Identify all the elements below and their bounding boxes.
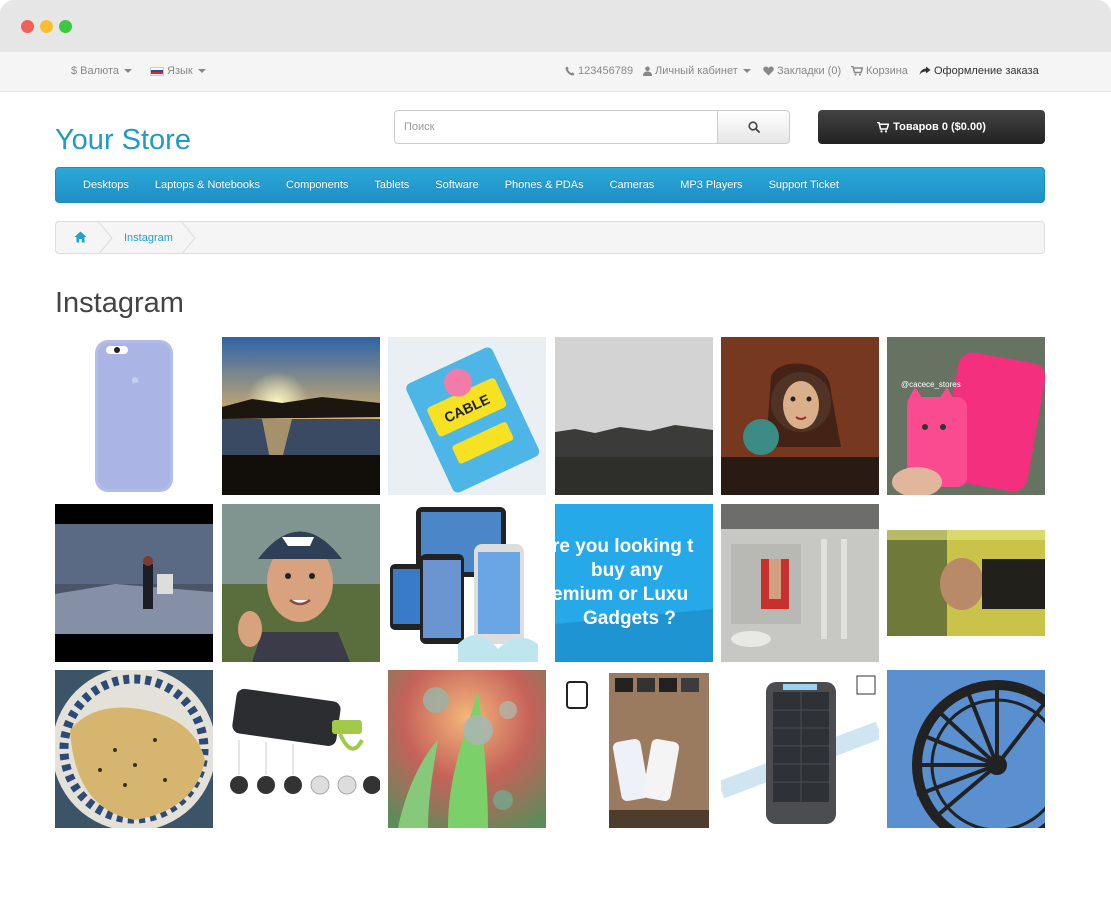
chevron-down-icon	[742, 69, 751, 73]
account-label: Личный кабинет	[655, 65, 738, 77]
menu-item-cameras[interactable]: Cameras	[597, 179, 668, 191]
window-titlebar	[0, 0, 1111, 52]
gallery-item-gym-mirror[interactable]	[721, 504, 879, 662]
shopping-cart-icon	[877, 121, 890, 132]
wishlist-label: Закладки (0)	[777, 65, 842, 77]
gallery-item-pink-case[interactable]: @cacece_stores	[887, 337, 1045, 495]
ad-line-4: Gadgets ?	[583, 608, 676, 629]
checkout-label: Оформление заказа	[934, 65, 1039, 77]
ad-line-3: emium or Luxu	[555, 584, 688, 605]
maximize-window-button[interactable]	[59, 20, 72, 33]
chevron-down-icon	[124, 69, 133, 73]
minimize-window-button[interactable]	[40, 20, 53, 33]
menu-item-software[interactable]: Software	[422, 179, 491, 191]
gallery-item-grey-horizon[interactable]	[555, 337, 713, 495]
cart-button[interactable]: Товаров 0 ($0.00)	[818, 110, 1045, 144]
search-button[interactable]	[717, 110, 790, 144]
browser-window: $ Валюта Язык 123456789 Личный кабинет З…	[0, 0, 1111, 904]
breadcrumb: Instagram	[55, 221, 1045, 254]
gallery-item-ferris-wheel[interactable]	[887, 670, 1045, 828]
ad-line-2: buy any	[591, 560, 663, 581]
menu-item-support-ticket[interactable]: Support Ticket	[756, 179, 852, 191]
overlay-handle-text: @cacece_stores	[901, 380, 961, 389]
dollar-icon: $	[71, 64, 78, 77]
menu-item-mp3-players[interactable]: MP3 Players	[667, 179, 755, 191]
account-dropdown[interactable]: Личный кабинет	[643, 65, 751, 77]
shopping-cart-icon	[851, 66, 863, 76]
menu-item-components[interactable]: Components	[273, 179, 361, 191]
gallery-item-food-plate[interactable]	[55, 670, 213, 828]
share-arrow-icon	[919, 66, 931, 75]
gallery-item-luxury-ad[interactable]: re you looking t buy any emium or Luxu Gadg…	[555, 504, 713, 662]
gallery-item-solar-charger[interactable]	[721, 670, 879, 828]
gallery-item-iphones-splash[interactable]	[388, 504, 546, 662]
user-icon	[643, 66, 652, 76]
gallery-item-sunset-lake[interactable]	[222, 337, 380, 495]
heart-icon	[763, 66, 774, 76]
page-title: Instagram	[55, 287, 184, 319]
search-input[interactable]	[394, 110, 718, 144]
chevron-down-icon	[197, 69, 206, 73]
phone-number: 123456789	[578, 65, 634, 77]
gallery-item-power-bank[interactable]	[222, 670, 380, 828]
home-icon[interactable]	[74, 231, 87, 243]
cart-label: Корзина	[866, 65, 908, 77]
store-logo[interactable]: Your Store	[55, 124, 191, 157]
wishlist-link[interactable]: Закладки (0)	[763, 65, 841, 77]
gallery-item-street-mural[interactable]	[721, 337, 879, 495]
gallery-item-night-painter[interactable]	[55, 504, 213, 662]
checkout-link[interactable]: Оформление заказа	[919, 65, 1039, 77]
gallery-item-iphone-case[interactable]	[55, 337, 213, 495]
gallery-item-iphones-wall[interactable]	[555, 670, 713, 828]
top-bar: $ Валюта Язык 123456789 Личный кабинет З…	[0, 52, 1111, 92]
close-window-button[interactable]	[21, 20, 34, 33]
language-dropdown[interactable]: Язык	[150, 65, 206, 77]
gallery-item-tilted-photo[interactable]	[887, 504, 1045, 662]
main-menu: Desktops Laptops & Notebooks Components …	[55, 167, 1045, 203]
ad-line-1: re you looking t	[555, 536, 694, 557]
russian-flag-icon	[150, 66, 164, 76]
menu-item-desktops[interactable]: Desktops	[70, 179, 142, 191]
cart-link[interactable]: Корзина	[851, 65, 908, 77]
gallery-item-cable-bites[interactable]: CABLE	[388, 337, 546, 495]
breadcrumb-current[interactable]: Instagram	[124, 232, 173, 244]
currency-label: Валюта	[80, 65, 120, 77]
phone-link[interactable]: 123456789	[565, 65, 633, 77]
gallery-item-droplets[interactable]	[388, 670, 546, 828]
menu-item-phones[interactable]: Phones & PDAs	[492, 179, 597, 191]
menu-item-laptops[interactable]: Laptops & Notebooks	[142, 179, 273, 191]
cart-button-label: Товаров 0 ($0.00)	[893, 121, 986, 133]
language-label: Язык	[167, 65, 193, 77]
search-icon	[747, 121, 760, 133]
gallery-item-selfie[interactable]	[222, 504, 380, 662]
currency-dropdown[interactable]: $ Валюта	[71, 64, 133, 77]
breadcrumb-separator	[98, 222, 113, 253]
breadcrumb-separator	[181, 222, 196, 253]
phone-icon	[565, 66, 575, 76]
menu-item-tablets[interactable]: Tablets	[361, 179, 422, 191]
search-bar	[394, 110, 790, 144]
